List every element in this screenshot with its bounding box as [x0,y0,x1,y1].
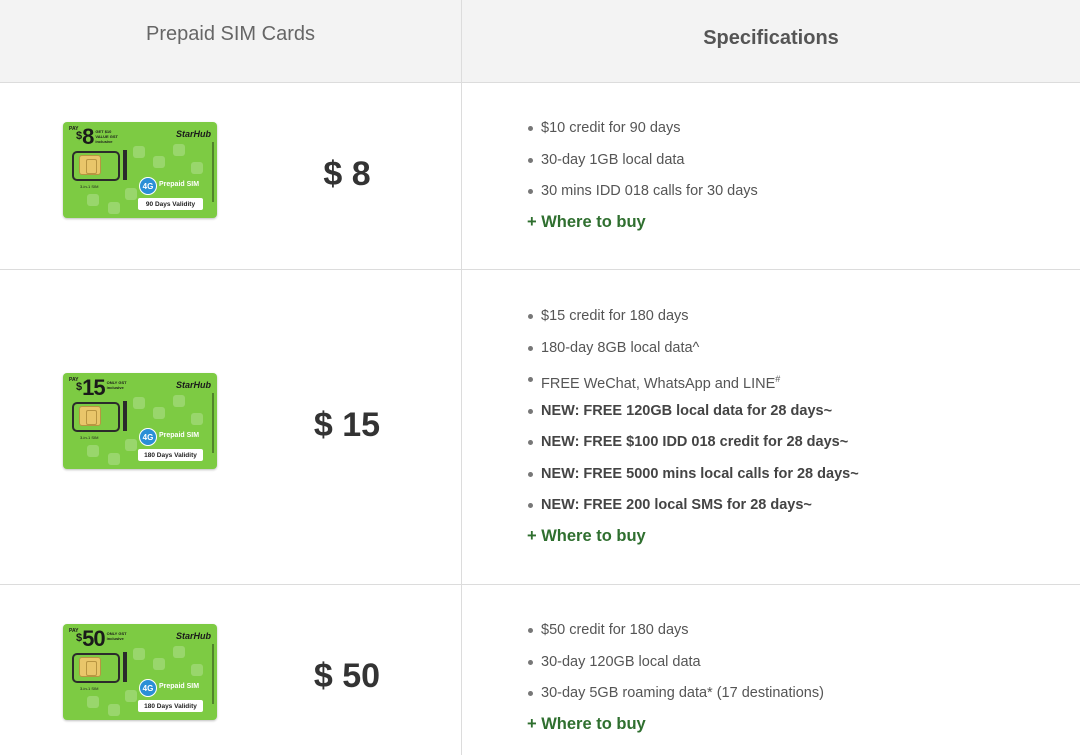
spec-item: $50 credit for 180 days [527,620,824,652]
spec-item: 30 mins IDD 018 calls for 30 days [527,181,758,213]
spec-list: $10 credit for 90 days 30-day 1GB local … [527,118,758,232]
starhub-logo: StarHub [175,631,211,641]
row-divider [0,82,1080,83]
header-prepaid-sim-cards: Prepaid SIM Cards [146,22,315,45]
sim-card-image: PAY $ 8 GET $10 VALUE GST inclusive Star… [63,122,217,218]
row-divider [0,584,1080,585]
starhub-logo: StarHub [175,129,211,139]
card-amount: 8 [82,124,94,149]
card-amount: 15 [82,375,106,400]
spec-item: 30-day 5GB roaming data* (17 destination… [527,683,824,715]
4g-badge-icon: 4G [139,679,157,697]
spec-item: $15 credit for 180 days [527,306,859,338]
card-type: Prepaid SIM [159,181,200,188]
card-price: $ 15 [313,406,381,444]
card-sizes: 3-in-1 SIM [80,184,99,189]
starhub-logo: StarHub [175,380,211,390]
sim-chip-icon [79,406,101,426]
card-type: Prepaid SIM [159,683,200,690]
card-pay-label: PAY [69,628,79,634]
sim-cards-table: Prepaid SIM Cards Specifications PAY $ 8… [0,0,1080,755]
card-price: $ 8 [323,155,371,193]
4g-badge-icon: 4G [139,428,157,446]
card-pay-label: PAY [69,126,79,132]
sim-chip-icon [79,657,101,677]
spec-item-text: FREE WeChat, WhatsApp and LINE [541,375,776,392]
card-validity: 180 Days Validity [138,449,203,461]
spec-item: NEW: FREE $100 IDD 018 credit for 28 day… [527,432,859,464]
column-divider [461,0,462,755]
spec-item: NEW: FREE 5000 mins local calls for 28 d… [527,464,859,496]
card-promo: ONLY GST inclusive [106,631,127,641]
spec-item: $10 credit for 90 days [527,118,758,150]
header-specifications: Specifications [703,26,839,49]
where-to-buy-link[interactable]: + Where to buy [527,715,824,734]
sim-chip-icon [79,155,101,175]
card-price: $ 50 [313,657,381,695]
card-promo: GET $10 VALUE GST inclusive [95,129,118,144]
where-to-buy-link[interactable]: + Where to buy [527,213,758,232]
card-pay-label: PAY [69,377,79,383]
spec-item: 30-day 1GB local data [527,150,758,182]
card-promo: ONLY GST inclusive [106,380,127,390]
card-sizes: 3-in-1 SIM [80,686,99,691]
4g-badge-icon: 4G [139,177,157,195]
card-type: Prepaid SIM [159,432,200,439]
card-amount: 50 [82,626,106,651]
spec-item: 30-day 120GB local data [527,652,824,684]
spec-item: FREE WeChat, WhatsApp and LINE# [527,369,859,401]
spec-item: 180-day 8GB local data^ [527,338,859,370]
card-sizes: 3-in-1 SIM [80,435,99,440]
spec-item: NEW: FREE 200 local SMS for 28 days~ [527,495,859,527]
sim-card-image: PAY $ 15 ONLY GST inclusive StarHub 3-in… [63,373,217,469]
spec-footnote-mark: # [775,374,781,384]
spec-list: $15 credit for 180 days 180-day 8GB loca… [527,306,859,546]
card-validity: 90 Days Validity [138,198,203,210]
spec-list: $50 credit for 180 days 30-day 120GB loc… [527,620,824,734]
table-header: Prepaid SIM Cards Specifications [0,0,1080,82]
where-to-buy-link[interactable]: + Where to buy [527,527,859,546]
spec-item: NEW: FREE 120GB local data for 28 days~ [527,401,859,433]
sim-card-image: PAY $ 50 ONLY GST inclusive StarHub 3-in… [63,624,217,720]
card-validity: 180 Days Validity [138,700,203,712]
row-divider [0,269,1080,270]
